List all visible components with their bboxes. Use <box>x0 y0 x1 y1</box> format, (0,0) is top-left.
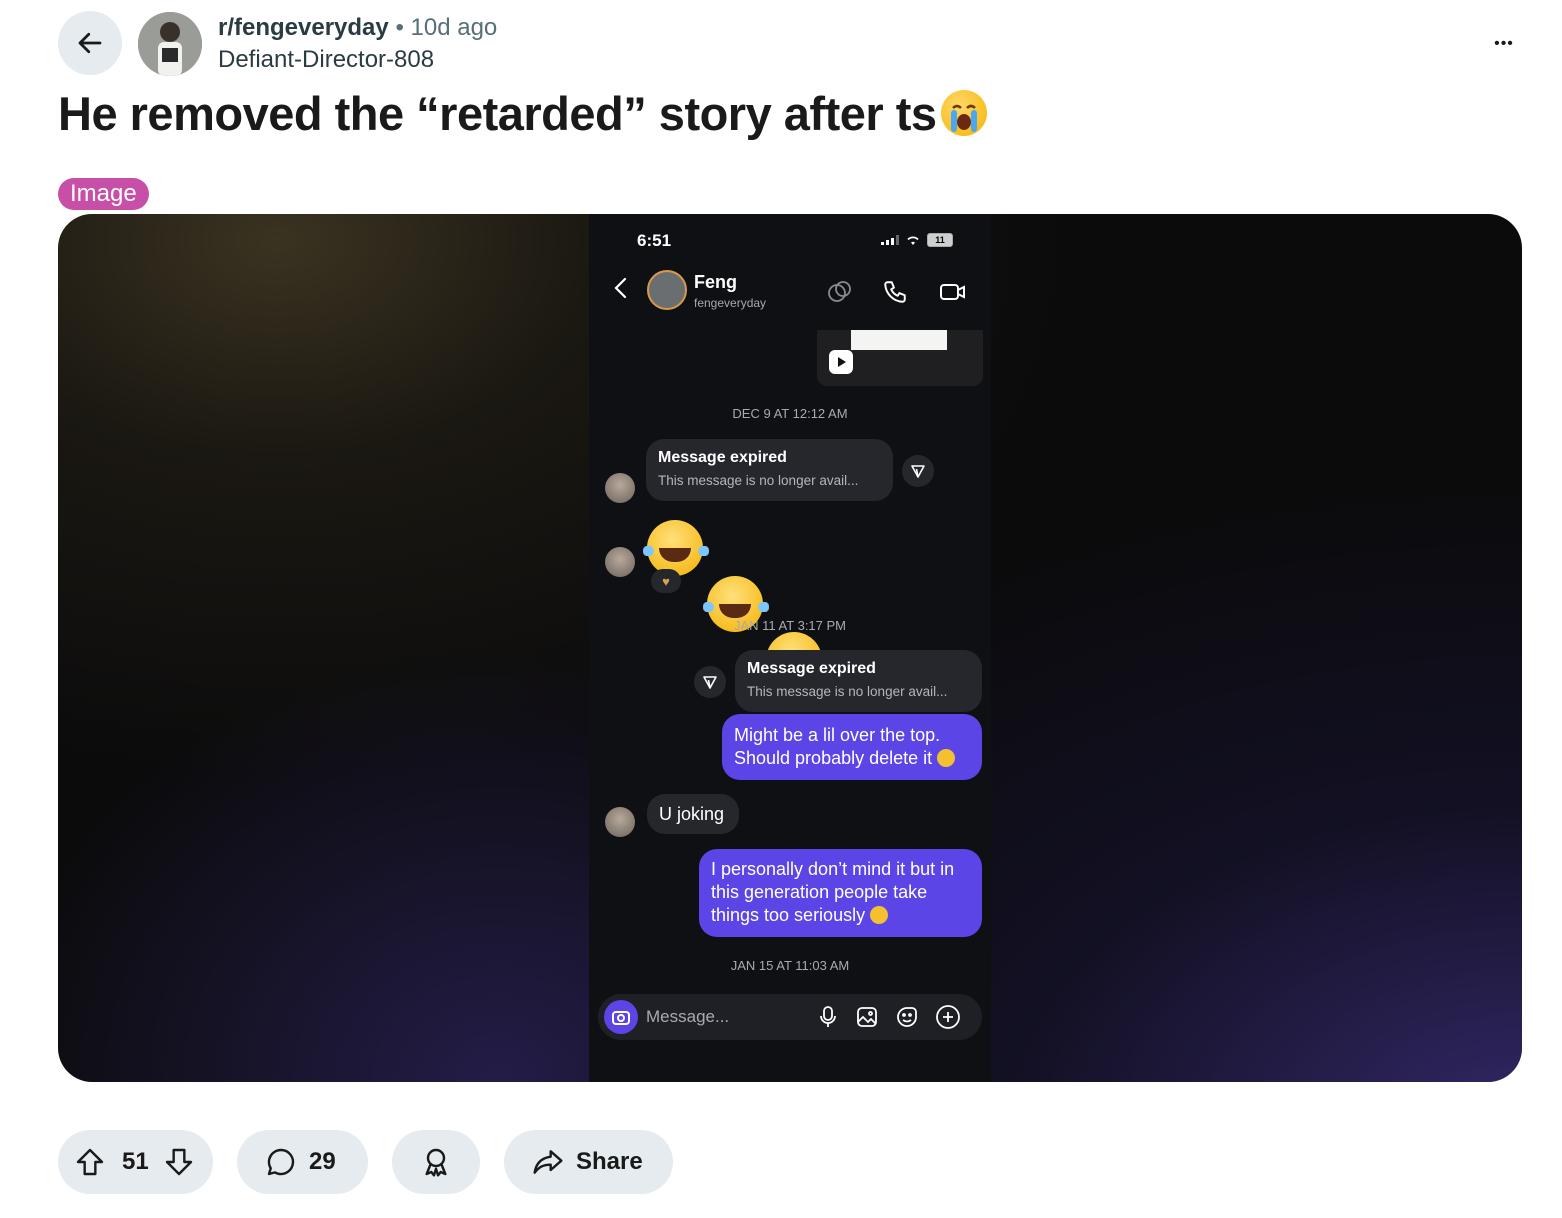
more-icon: ••• <box>1494 35 1514 52</box>
more-options-button[interactable]: ••• <box>1478 24 1530 64</box>
play-icon <box>829 350 853 374</box>
avatar-image <box>138 12 202 76</box>
message-text: Might be a lil over the top. <box>734 725 941 745</box>
award-button[interactable] <box>392 1130 480 1194</box>
sender-avatar <box>605 547 635 577</box>
chevron-left-icon <box>614 277 627 299</box>
meta-separator: • <box>395 14 404 41</box>
arrow-up-icon <box>76 1148 104 1176</box>
expired-subtitle: This message is no longer avail... <box>658 473 859 488</box>
message-text: U joking <box>659 804 725 824</box>
timestamp: JAN 11 AT 3:17 PM <box>734 618 846 633</box>
timestamp: DEC 9 AT 12:12 AM <box>732 406 848 421</box>
video-call-icon <box>939 278 967 306</box>
message-text: I personally don’t mind it but in <box>711 859 955 879</box>
timestamp: JAN 15 AT 11:03 AM <box>730 958 850 973</box>
post-image[interactable]: 6:51 11 Feng fengeveryday DEC 9 AT 12:12… <box>58 214 1522 1082</box>
status-time: 6:51 <box>637 231 672 250</box>
post-title-text: He removed the “retarded” story after ts <box>58 87 937 140</box>
comments-button[interactable]: 29 <box>237 1130 368 1194</box>
confused-face-icon <box>870 906 889 924</box>
camera-icon <box>604 1000 638 1034</box>
author-name[interactable]: Defiant-Director-808 <box>218 45 434 75</box>
message-text: Should probably delete it <box>734 747 970 770</box>
status-icons: 11 <box>881 233 953 247</box>
reaction-heart: ♥ <box>651 569 681 593</box>
dm-screenshot: 6:51 11 Feng fengeveryday DEC 9 AT 12:12… <box>589 214 991 1082</box>
message-text: things too seriously <box>711 904 970 927</box>
forward-icon <box>902 455 934 487</box>
subreddit-name[interactable]: r/fengeveryday <box>218 14 389 41</box>
contact-name: Feng <box>694 272 737 292</box>
upvote-button[interactable] <box>74 1146 106 1178</box>
loudly-crying-emoji-icon <box>940 90 987 136</box>
contact-avatar <box>647 270 687 310</box>
share-button[interactable]: Share <box>504 1130 673 1194</box>
upside-down-face-icon <box>937 749 956 767</box>
sticker-icon <box>893 1003 921 1031</box>
ai-sticker-icon <box>825 278 853 306</box>
sent-message-bubble: I personally don’t mind it but in this g… <box>699 849 982 937</box>
post-title: He removed the “retarded” story after ts <box>58 86 987 142</box>
phone-icon <box>881 278 909 306</box>
sender-avatar <box>605 473 635 503</box>
signal-icon <box>881 235 899 245</box>
expired-message-bubble: Message expired This message is no longe… <box>735 650 982 712</box>
expired-title: Message expired <box>658 449 787 466</box>
award-icon <box>425 1148 447 1177</box>
laughing-emoji-icon <box>643 520 709 576</box>
share-label: Share <box>576 1148 643 1175</box>
message-composer <box>598 994 982 1040</box>
microphone-icon <box>814 1003 842 1031</box>
thumbnail-image <box>851 330 947 350</box>
message-text: this generation people take <box>711 882 928 902</box>
wifi-icon <box>907 236 919 245</box>
contact-handle: fengeveryday <box>694 296 767 310</box>
sent-message-bubble: Might be a lil over the top. Should prob… <box>722 714 982 780</box>
post-time: 10d ago <box>410 14 498 41</box>
back-button[interactable] <box>58 11 122 75</box>
plus-circle-icon <box>934 1003 962 1031</box>
comment-count: 29 <box>309 1148 336 1175</box>
received-message-bubble: U joking <box>647 794 739 834</box>
arrow-down-icon <box>165 1148 192 1176</box>
downvote-button[interactable] <box>163 1146 195 1178</box>
battery-icon: 11 <box>927 233 953 247</box>
expired-title: Message expired <box>747 660 876 677</box>
expired-subtitle: This message is no longer avail... <box>747 684 948 699</box>
subreddit-avatar[interactable] <box>138 12 202 76</box>
message-input <box>646 1005 806 1029</box>
gallery-icon <box>853 1003 881 1031</box>
comment-icon <box>267 1148 295 1176</box>
shared-video-thumbnail <box>817 330 983 386</box>
share-icon <box>533 1150 563 1174</box>
expired-message-bubble: Message expired This message is no longe… <box>646 439 893 501</box>
sender-avatar <box>605 807 635 837</box>
vote-count: 51 <box>122 1148 149 1175</box>
post-flair[interactable]: Image <box>58 178 149 210</box>
vote-bar: 51 <box>58 1130 213 1194</box>
arrow-left-icon <box>78 32 102 54</box>
post-meta: r/fengeveryday • 10d ago <box>218 13 497 43</box>
forward-icon <box>694 666 726 698</box>
